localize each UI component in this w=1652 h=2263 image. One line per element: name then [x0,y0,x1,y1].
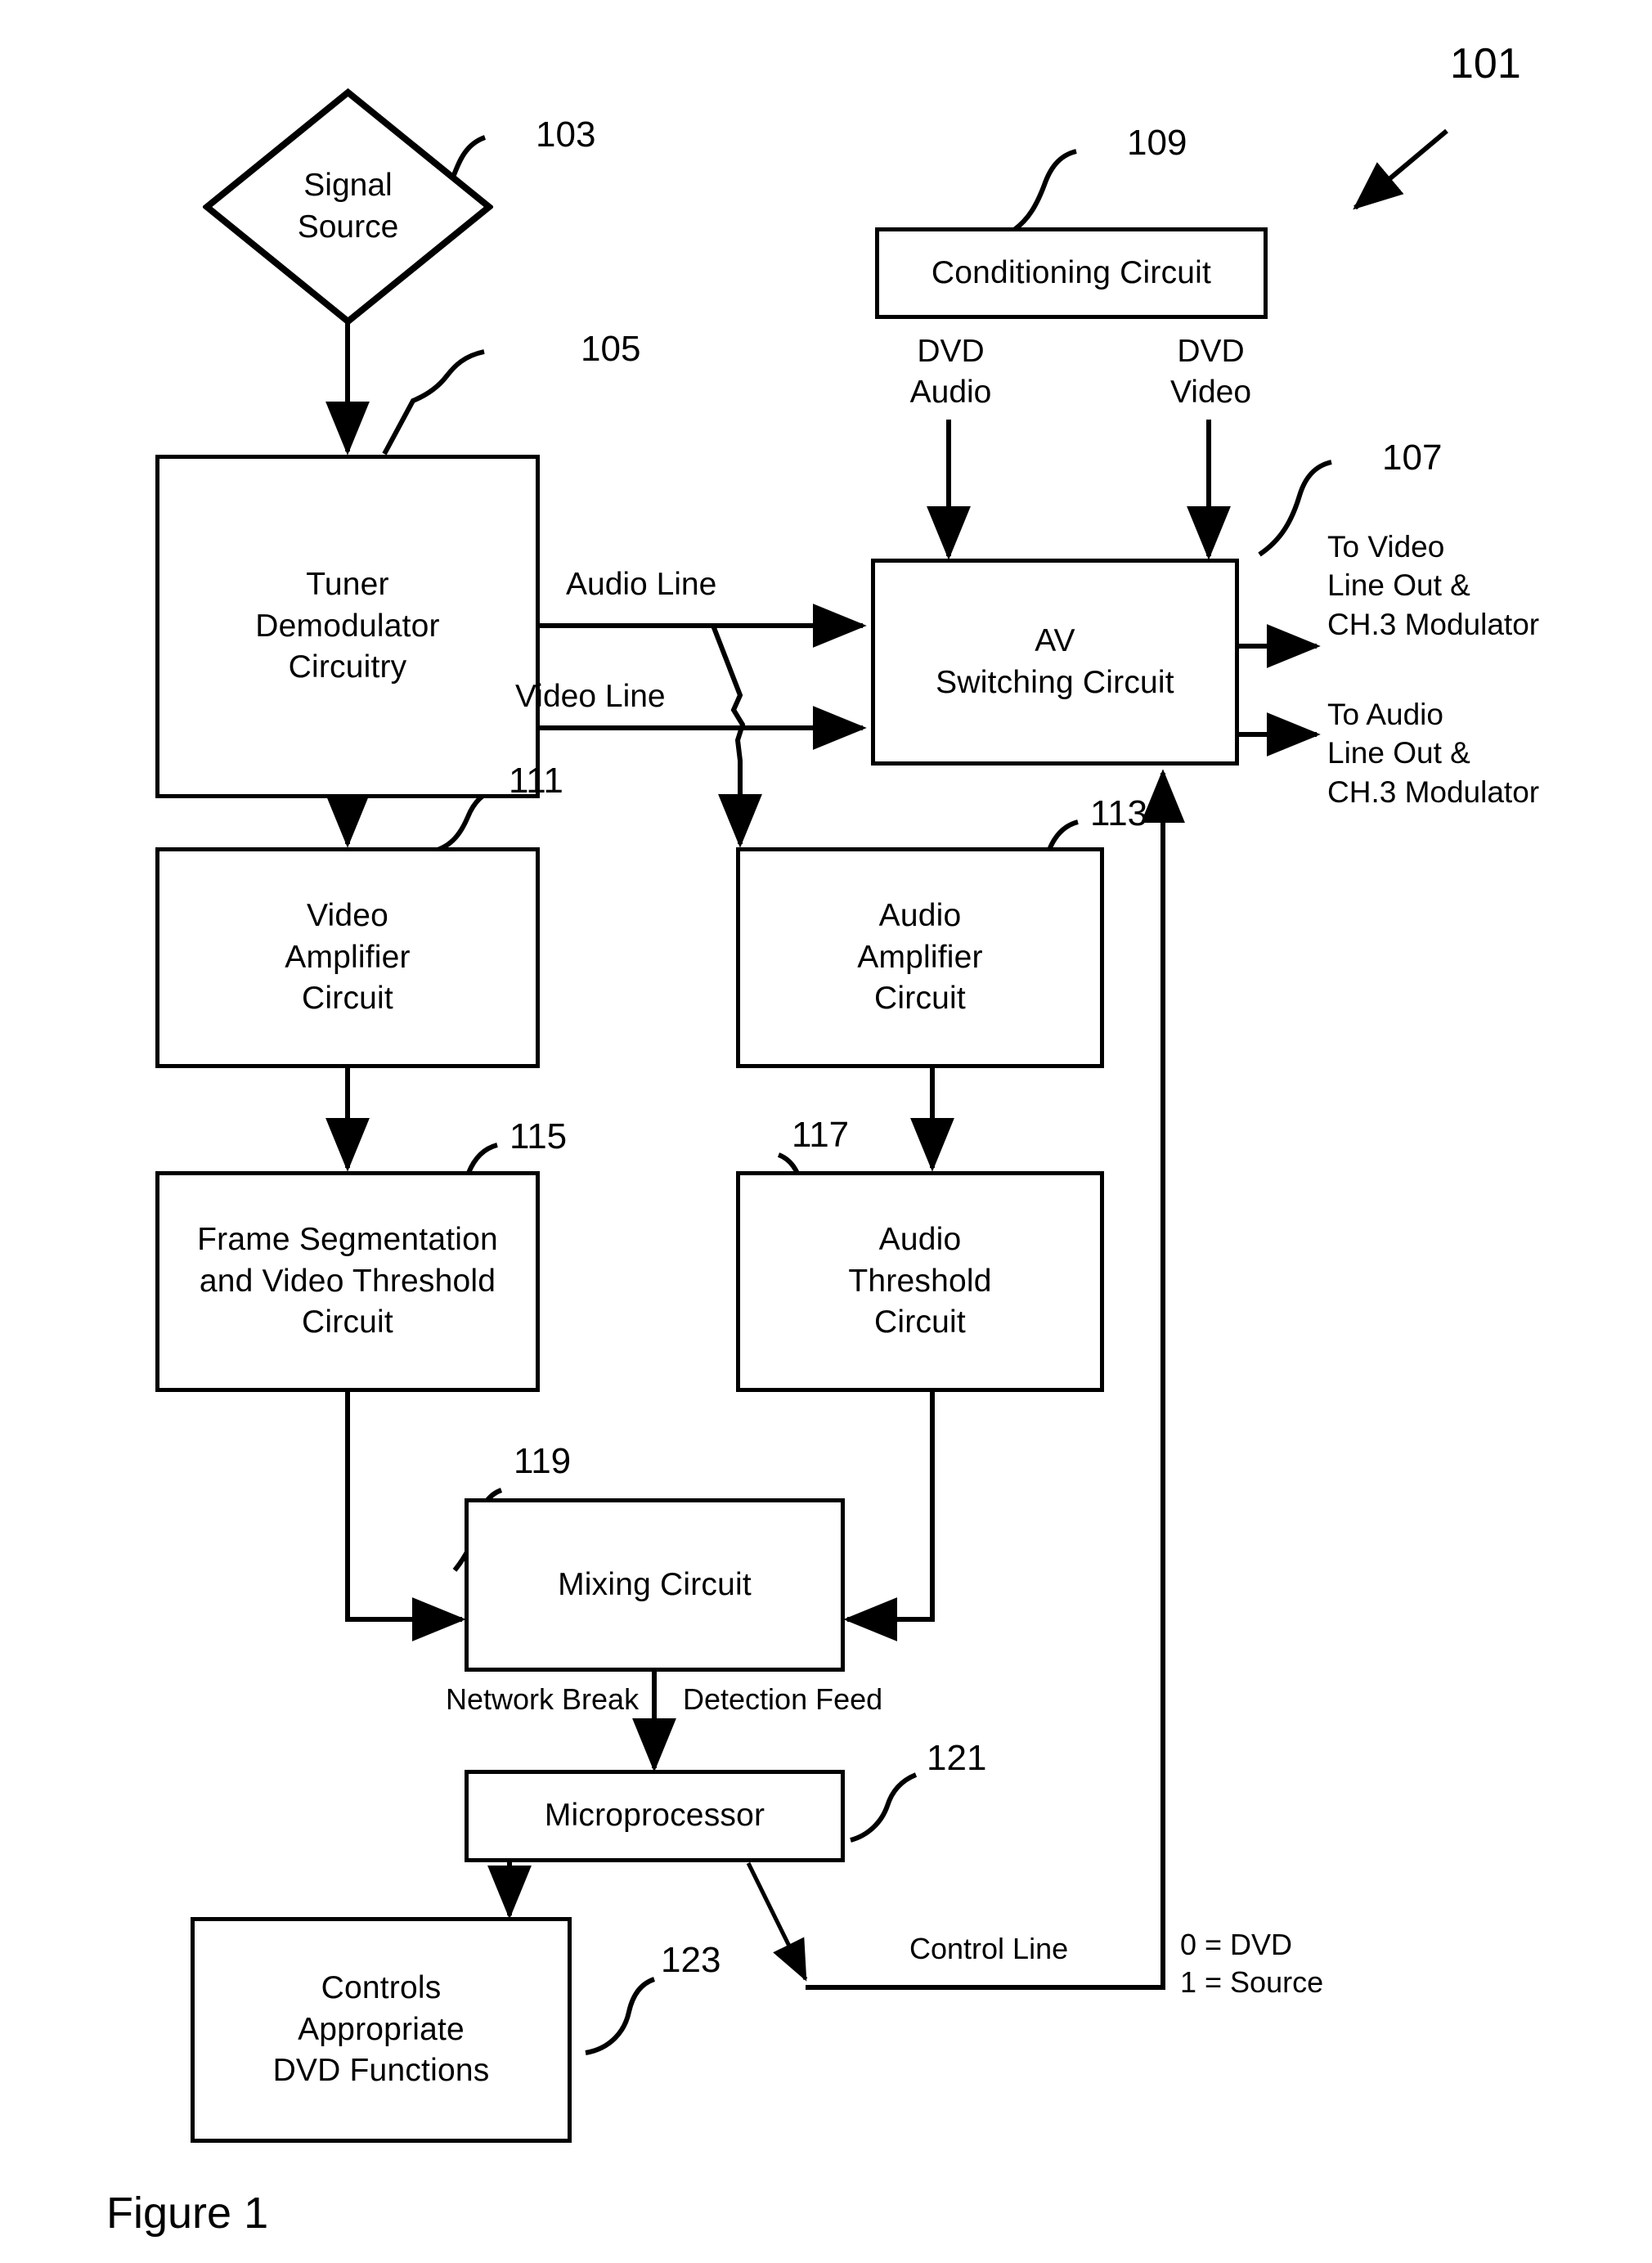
label-to-video-line-out: To Video Line Out & CH.3 Modulator [1327,530,1540,641]
node-frame-segmentation-circuit-label: Frame Segmentation and Video Threshold C… [197,1221,498,1340]
ref-113: 113 [1090,793,1148,833]
edge-micro-control-diagonal [746,1861,808,1982]
lead-105 [382,349,485,456]
node-audio-threshold-circuit[interactable]: Audio Threshold Circuit [736,1171,1104,1392]
node-video-amplifier-circuit-label: Video Amplifier Circuit [285,897,411,1017]
edge-framesef-to-mixing [345,1389,466,1641]
lead-109 [1012,149,1077,232]
node-audio-amplifier-circuit[interactable]: Audio Amplifier Circuit [736,847,1104,1068]
node-microprocessor[interactable]: Microprocessor [465,1770,845,1862]
ref-123: 123 [661,1940,721,1980]
node-av-switching-circuit[interactable]: AV Switching Circuit [871,559,1239,766]
label-dvd-video: DVD Video [1169,334,1252,410]
figure-sheet: Signal Source 103 Tuner Demodulator Circ… [0,0,1652,2263]
ref-121: 121 [927,1738,987,1778]
node-tuner-demodulator[interactable]: Tuner Demodulator Circuitry [155,455,540,798]
ref-111: 111 [509,761,563,801]
node-av-switching-circuit-label: AV Switching Circuit [936,622,1174,700]
label-control-legend: 0 = DVD 1 = Source [1180,1928,1324,2000]
ref-117: 117 [792,1115,850,1155]
node-mixing-circuit-label: Mixing Circuit [558,1566,752,1602]
node-microprocessor-label: Microprocessor [544,1798,765,1834]
node-frame-segmentation-circuit[interactable]: Frame Segmentation and Video Threshold C… [155,1171,540,1392]
ref-119: 119 [514,1441,572,1481]
ref-103: 103 [536,114,596,155]
node-video-amplifier-circuit[interactable]: Video Amplifier Circuit [155,847,540,1068]
node-controls-dvd-functions-label: Controls Appropriate DVD Functions [272,1969,490,2089]
edge-audio-branch-to-audio-amp [711,624,762,848]
node-mixing-circuit[interactable]: Mixing Circuit [465,1498,845,1672]
label-network-break: Network Break [446,1682,640,1716]
lead-123 [585,1977,656,2055]
label-video-line: Video Line [515,679,666,714]
figure-caption: Figure 1 [106,2189,269,2238]
ref-101: 101 [1450,40,1521,88]
node-controls-dvd-functions[interactable]: Controls Appropriate DVD Functions [191,1917,572,2143]
node-signal-source-label: Signal Source [297,168,399,245]
lead-121 [850,1772,918,1843]
label-audio-line: Audio Line [566,567,717,602]
ref-115: 115 [510,1116,568,1156]
edge-audiothresh-to-mixing [843,1389,935,1641]
label-dvd-audio: DVD Audio [909,334,992,410]
node-tuner-demodulator-label: Tuner Demodulator Circuitry [255,566,440,685]
lead-107 [1258,460,1332,557]
ref-109: 109 [1127,123,1187,163]
ref-107: 107 [1382,438,1443,478]
lead-111 [434,787,497,853]
label-detection-feed: Detection Feed [683,1682,883,1716]
node-conditioning-circuit[interactable]: Conditioning Circuit [875,227,1268,319]
label-control-line: Control Line [909,1932,1069,1965]
node-audio-amplifier-circuit-label: Audio Amplifier Circuit [857,897,983,1017]
node-signal-source[interactable]: Signal Source [203,88,493,326]
node-conditioning-circuit-label: Conditioning Circuit [931,254,1212,290]
label-to-audio-line-out: To Audio Line Out & CH.3 Modulator [1327,698,1540,809]
ref-105: 105 [581,329,641,369]
node-audio-threshold-circuit-label: Audio Threshold Circuit [848,1221,992,1340]
lead-101-arrow [1353,128,1448,210]
